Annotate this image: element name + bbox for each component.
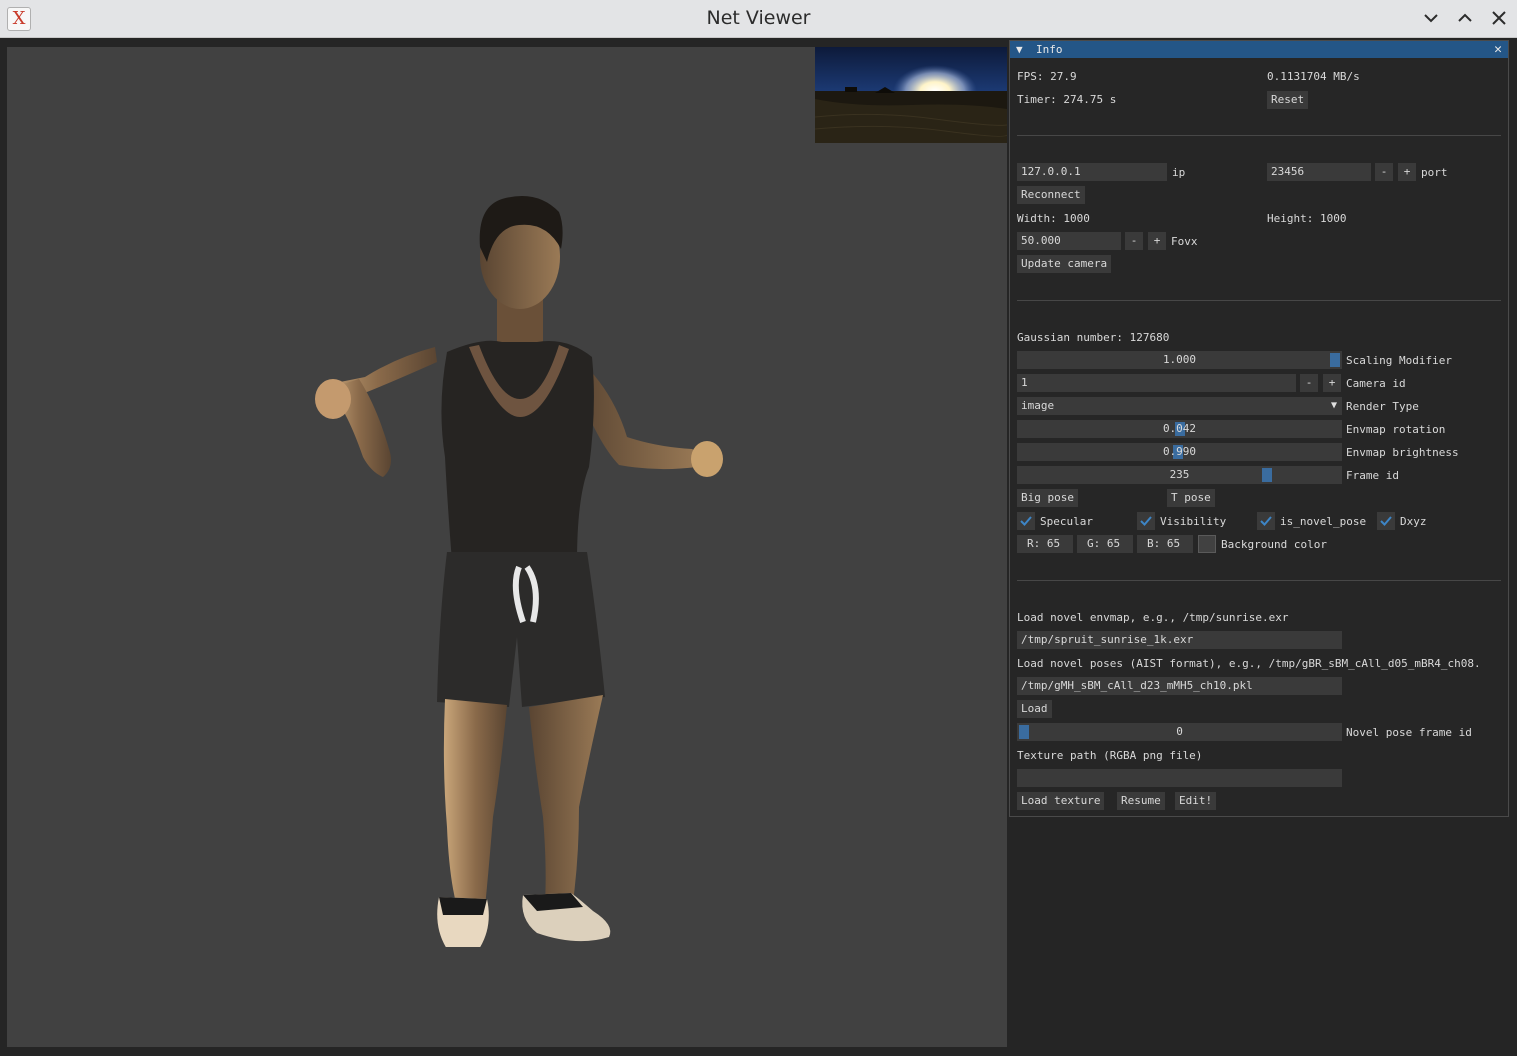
novel-pose-frame-label: Novel pose frame id [1346,726,1472,739]
load-poses-label: Load novel poses (AIST format), e.g., /t… [1017,657,1481,670]
edit-button[interactable]: Edit! [1175,792,1217,810]
big-pose-button[interactable]: Big pose [1017,489,1078,507]
info-panel: ▼ Info ✕ FPS: 27.9 0.1131704 MB/s Timer:… [1009,40,1509,817]
render-type-select[interactable]: image ▼ [1017,397,1342,415]
ip-input[interactable]: 127.0.0.1 [1017,163,1167,181]
envmap-brightness-label: Envmap brightness [1346,446,1459,459]
envmap-rotation-slider[interactable]: 0.042 [1017,420,1342,438]
specular-checkbox[interactable] [1017,512,1035,530]
frame-id-grab[interactable] [1262,468,1272,482]
envmap-rotation-label: Envmap rotation [1346,423,1446,436]
render-viewport[interactable] [7,47,1007,1047]
maximize-icon[interactable] [1453,6,1477,30]
panel-header[interactable]: ▼ Info ✕ [1010,41,1508,58]
specular-label: Specular [1040,515,1093,528]
novel-pose-frame-value: 0 [1176,725,1183,738]
poses-path-input[interactable]: /tmp/gMH_sBM_cAll_d23_mMH5_ch10.pkl [1017,677,1342,695]
reset-button[interactable]: Reset [1267,91,1309,109]
check-icon [1020,516,1032,526]
frame-id-slider[interactable]: 235 [1017,466,1342,484]
check-icon [1380,516,1392,526]
t-pose-button[interactable]: T pose [1167,489,1215,507]
envmap-thumbnail [815,47,1007,143]
novel-pose-frame-grab[interactable] [1019,725,1029,739]
is-novel-pose-checkbox[interactable] [1257,512,1275,530]
frame-id-value: 235 [1169,468,1190,481]
red-channel-input[interactable]: R: 65 [1017,535,1073,553]
camera-id-input[interactable]: 1 [1017,374,1296,392]
envmap-path-input[interactable]: /tmp/spruit_sunrise_1k.exr [1017,631,1342,649]
separator [1017,135,1501,136]
scaling-modifier-grab[interactable] [1330,353,1340,367]
port-label: port [1421,166,1448,179]
render-type-value: image [1021,399,1055,412]
reconnect-button[interactable]: Reconnect [1017,186,1085,204]
bandwidth-text: 0.1131704 MB/s [1267,70,1360,83]
panel-title: Info [1036,43,1063,56]
frame-id-label: Frame id [1346,469,1399,482]
port-decrement-button[interactable]: - [1375,163,1393,181]
title-bar: X Net Viewer [0,0,1517,38]
is-novel-pose-label: is_novel_pose [1280,515,1367,528]
fovx-label: Fovx [1171,235,1198,248]
background-color-swatch[interactable] [1198,535,1216,553]
load-button[interactable]: Load [1017,700,1052,718]
render-type-label: Render Type [1346,400,1419,413]
update-camera-button[interactable]: Update camera [1017,255,1112,273]
height-text: Height: 1000 [1267,212,1347,225]
panel-close-icon[interactable]: ✕ [1494,41,1502,58]
scaling-modifier-label: Scaling Modifier [1346,354,1452,367]
dxyz-label: Dxyz [1400,515,1427,528]
load-envmap-label: Load novel envmap, e.g., /tmp/sunrise.ex… [1017,611,1289,624]
fovx-input[interactable]: 50.000 [1017,232,1121,250]
minimize-icon[interactable] [1419,6,1443,30]
resume-button[interactable]: Resume [1117,792,1165,810]
envmap-rotation-value: 0.042 [1162,422,1197,435]
separator [1017,580,1501,581]
dxyz-checkbox[interactable] [1377,512,1395,530]
green-channel-input[interactable]: G: 65 [1077,535,1133,553]
separator [1017,300,1501,301]
visibility-label: Visibility [1160,515,1227,528]
gaussian-number-text: Gaussian number: 127680 [1017,331,1170,344]
scaling-modifier-slider[interactable]: 1.000 [1017,351,1342,369]
blue-channel-input[interactable]: B: 65 [1137,535,1193,553]
load-texture-button[interactable]: Load texture [1017,792,1105,810]
check-icon [1260,516,1272,526]
close-window-icon[interactable] [1487,6,1511,30]
envmap-brightness-slider[interactable]: 0.990 [1017,443,1342,461]
envmap-brightness-value: 0.990 [1162,445,1197,458]
texture-path-input[interactable] [1017,769,1342,787]
ip-label: ip [1172,166,1186,179]
check-icon [1140,516,1152,526]
rendered-avatar [297,167,737,947]
port-input[interactable]: 23456 [1267,163,1371,181]
texture-path-label: Texture path (RGBA png file) [1017,749,1203,762]
camera-id-label: Camera id [1346,377,1406,390]
collapse-triangle-icon[interactable]: ▼ [1016,41,1023,58]
background-color-label: Background color [1221,538,1327,551]
width-text: Width: 1000 [1017,212,1090,225]
camera-id-decrement-button[interactable]: - [1300,374,1318,392]
fovx-increment-button[interactable]: + [1148,232,1166,250]
camera-id-increment-button[interactable]: + [1323,374,1341,392]
fovx-decrement-button[interactable]: - [1125,232,1143,250]
novel-pose-frame-slider[interactable]: 0 [1017,723,1342,741]
visibility-checkbox[interactable] [1137,512,1155,530]
timer-text: Timer: 274.75 s [1017,93,1117,106]
port-increment-button[interactable]: + [1398,163,1416,181]
window-title: Net Viewer [706,7,811,29]
fps-text: FPS: 27.9 [1017,70,1077,83]
scaling-modifier-value: 1.000 [1162,353,1197,366]
dropdown-arrow-icon[interactable]: ▼ [1331,397,1337,415]
